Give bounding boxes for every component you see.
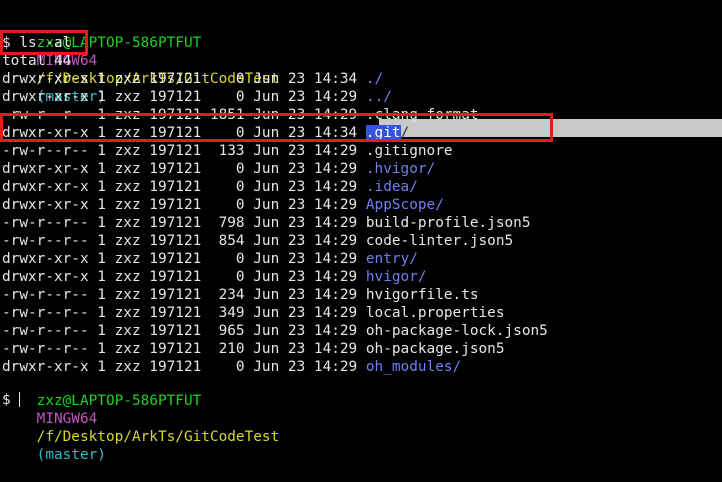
directory-name: entry/	[365, 251, 418, 267]
directory-name: hvigor/	[365, 269, 427, 285]
listing-row: drwxr-xr-x 1 zxz 197121 0 Jun 23 14:29 .…	[2, 160, 435, 178]
input-prompt: $	[2, 392, 11, 408]
listing-row: drwxr-xr-x 1 zxz 197121 0 Jun 23 14:34 .…	[2, 124, 409, 142]
listing-row: -rw-r--r-- 1 zxz 197121 854 Jun 23 14:29…	[2, 232, 513, 250]
listing-row: -rw-r--r-- 1 zxz 197121 965 Jun 23 14:29…	[2, 322, 548, 340]
file-meta: drwxr-xr-x 1 zxz 197121 0 Jun 23 14:34	[2, 71, 366, 87]
file-meta: drwxr-xr-x 1 zxz 197121 0 Jun 23 14:29	[2, 179, 366, 195]
file-meta: drwxr-xr-x 1 zxz 197121 0 Jun 23 14:29	[2, 359, 366, 375]
listing-row: drwxr-xr-x 1 zxz 197121 0 Jun 23 14:29 .…	[2, 178, 418, 196]
file-name: oh-package.json5	[365, 341, 505, 357]
listing-row: -rw-r--r-- 1 zxz 197121 133 Jun 23 14:29…	[2, 142, 453, 160]
file-meta: -rw-r--r-- 1 zxz 197121 210 Jun 23 14:29	[2, 341, 366, 357]
listing-row: drwxr-xr-x 1 zxz 197121 0 Jun 23 14:34 .…	[2, 70, 383, 88]
terminal-window[interactable]: zxz@LAPTOP-586PTFUT MINGW64 /f/Desktop/A…	[0, 0, 722, 463]
file-meta: -rw-r--r-- 1 zxz 197121 965 Jun 23 14:29	[2, 323, 366, 339]
file-name: build-profile.json5	[365, 215, 531, 231]
directory-name: .hvigor/	[365, 161, 436, 177]
text-cursor[interactable]	[19, 392, 20, 407]
listing-row: -rw-r--r-- 1 zxz 197121 798 Jun 23 14:29…	[2, 214, 531, 232]
file-meta: -rw-r--r-- 1 zxz 197121 234 Jun 23 14:29	[2, 287, 366, 303]
listing-row: drwxr-xr-x 1 zxz 197121 0 Jun 23 14:29 .…	[2, 88, 392, 106]
file-name: oh-package-lock.json5	[365, 323, 548, 339]
file-meta: drwxr-xr-x 1 zxz 197121 0 Jun 23 14:34	[2, 125, 366, 141]
file-meta: drwxr-xr-x 1 zxz 197121 0 Jun 23 14:29	[2, 89, 366, 105]
file-meta: -rw-r--r-- 1 zxz 197121 133 Jun 23 14:29	[2, 143, 366, 159]
file-name: .clang-format	[365, 107, 479, 123]
command-line: $ ls -al	[2, 35, 72, 51]
listing-row: drwxr-xr-x 1 zxz 197121 0 Jun 23 14:29 h…	[2, 268, 427, 286]
directory-name: .idea/	[365, 179, 418, 195]
file-name: .gitignore	[365, 143, 453, 159]
directory-name: .git	[365, 125, 401, 141]
prompt-branch: (master)	[36, 447, 106, 463]
file-name: local.properties	[365, 305, 505, 321]
listing-row: -rw-r--r-- 1 zxz 197121 349 Jun 23 14:29…	[2, 304, 505, 322]
file-meta: -rw-r--r-- 1 zxz 197121 1851 Jun 23 14:2…	[2, 107, 366, 123]
file-meta: -rw-r--r-- 1 zxz 197121 854 Jun 23 14:29	[2, 233, 366, 249]
directory-suffix: /	[400, 125, 410, 141]
directory-name: AppScope/	[365, 197, 444, 213]
file-meta: -rw-r--r-- 1 zxz 197121 798 Jun 23 14:29	[2, 215, 366, 231]
listing-row: -rw-r--r-- 1 zxz 197121 1851 Jun 23 14:2…	[2, 106, 479, 124]
file-meta: drwxr-xr-x 1 zxz 197121 0 Jun 23 14:29	[2, 251, 366, 267]
prompt-line-2: zxz@LAPTOP-586PTFUT MINGW64 /f/Desktop/A…	[2, 374, 288, 463]
file-name: hvigorfile.ts	[365, 287, 479, 303]
listing-row: -rw-r--r-- 1 zxz 197121 210 Jun 23 14:29…	[2, 340, 505, 358]
file-meta: drwxr-xr-x 1 zxz 197121 0 Jun 23 14:29	[2, 269, 366, 285]
prompt-line: zxz@LAPTOP-586PTFUT MINGW64 /f/Desktop/A…	[2, 16, 288, 105]
total-line: total 44	[2, 53, 72, 69]
listing-row: drwxr-xr-x 1 zxz 197121 0 Jun 23 14:29 e…	[2, 250, 418, 268]
file-meta: -rw-r--r-- 1 zxz 197121 349 Jun 23 14:29	[2, 305, 366, 321]
prompt-shell: MINGW64	[36, 411, 106, 427]
prompt-path: /f/Desktop/ArkTs/GitCodeTest	[36, 429, 288, 445]
file-meta: drwxr-xr-x 1 zxz 197121 0 Jun 23 14:29	[2, 161, 366, 177]
listing-row: drwxr-xr-x 1 zxz 197121 0 Jun 23 14:29 A…	[2, 196, 444, 214]
prompt-user-host: zxz@LAPTOP-586PTFUT	[36, 393, 210, 409]
file-name: code-linter.json5	[365, 233, 514, 249]
directory-name: ../	[365, 89, 392, 105]
directory-name: ./	[365, 71, 384, 87]
file-meta: drwxr-xr-x 1 zxz 197121 0 Jun 23 14:29	[2, 197, 366, 213]
listing-row: -rw-r--r-- 1 zxz 197121 234 Jun 23 14:29…	[2, 286, 479, 304]
directory-name: oh_modules/	[365, 359, 462, 375]
